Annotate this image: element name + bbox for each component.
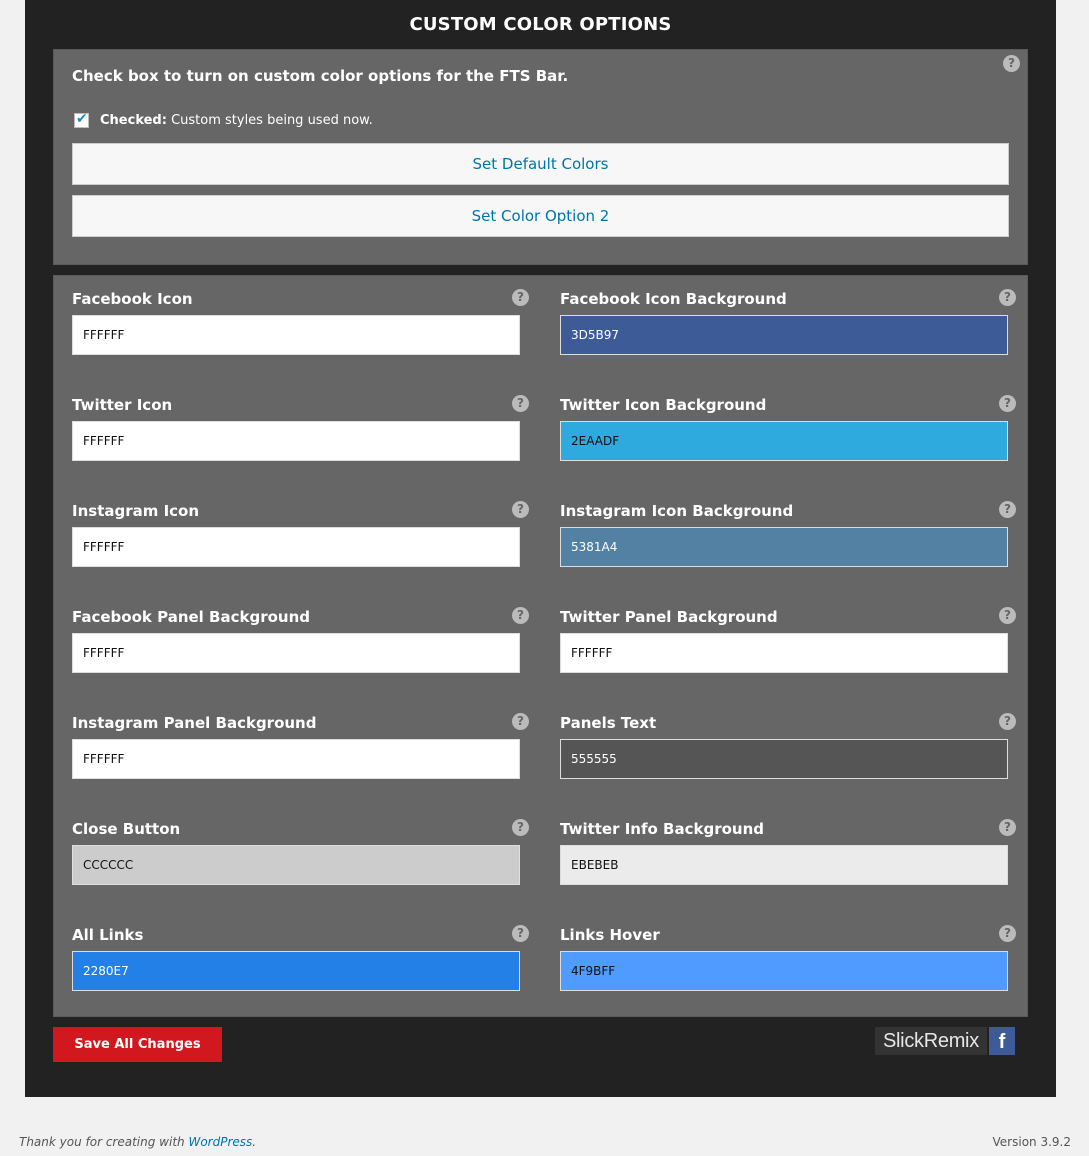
facebook-icon-background-input[interactable]: [560, 315, 1008, 355]
instagram-icon-background-input[interactable]: [560, 527, 1008, 567]
page-title: CUSTOM COLOR OPTIONS: [409, 14, 672, 35]
help-icon[interactable]: ?: [999, 607, 1016, 624]
checkbox-label-bold: Checked:: [100, 112, 167, 128]
help-icon[interactable]: ?: [1003, 55, 1020, 72]
help-icon[interactable]: ?: [999, 925, 1016, 942]
help-icon[interactable]: ?: [999, 819, 1016, 836]
help-icon[interactable]: ?: [512, 607, 529, 624]
custom-colors-checkbox[interactable]: ✔: [74, 110, 89, 128]
save-all-changes-button[interactable]: Save All Changes: [53, 1027, 222, 1062]
slickremix-logo[interactable]: SlickRemix: [875, 1027, 987, 1055]
instagram-icon-label: Instagram Icon: [72, 502, 200, 520]
panels-text-input[interactable]: [560, 739, 1008, 779]
twitter-panel-background-label: Twitter Panel Background: [560, 608, 778, 626]
footer-link-suffix: .: [252, 1135, 257, 1149]
custom-color-options-panel: CUSTOM COLOR OPTIONS Check box to turn o…: [25, 0, 1056, 1097]
close-button-label: Close Button: [72, 820, 181, 838]
links-hover-input[interactable]: [560, 951, 1008, 991]
help-icon[interactable]: ?: [999, 501, 1016, 518]
help-icon[interactable]: ?: [512, 395, 529, 412]
twitter-info-background-input[interactable]: [560, 845, 1008, 885]
help-icon[interactable]: ?: [999, 395, 1016, 412]
twitter-icon-background-input[interactable]: [560, 421, 1008, 461]
panels-text-label: Panels Text: [560, 714, 657, 732]
checkmark-icon: ✔: [76, 110, 88, 127]
instagram-icon-input[interactable]: [72, 527, 520, 567]
custom-colors-checkbox-row: ✔ Checked: Custom styles being used now.: [74, 110, 373, 128]
facebook-icon-input[interactable]: [72, 315, 520, 355]
footer-thanks-text: Thank you for creating with: [19, 1135, 189, 1149]
all-links-input[interactable]: [72, 951, 520, 991]
custom-color-toggle-box: Check box to turn on custom color option…: [53, 49, 1028, 265]
footer-thanks: Thank you for creating with WordPress.: [19, 1135, 256, 1149]
twitter-icon-input[interactable]: [72, 421, 520, 461]
twitter-info-background-label: Twitter Info Background: [560, 820, 764, 838]
instagram-panel-background-label: Instagram Panel Background: [72, 714, 317, 732]
links-hover-label: Links Hover: [560, 926, 660, 944]
help-icon[interactable]: ?: [512, 819, 529, 836]
close-button-input[interactable]: [72, 845, 520, 885]
checkbox-label-text: Custom styles being used now.: [166, 112, 373, 128]
facebook-icon[interactable]: f: [988, 1027, 1015, 1055]
help-icon[interactable]: ?: [512, 713, 529, 730]
facebook-icon-label: Facebook Icon: [72, 290, 193, 308]
facebook-icon-background-label: Facebook Icon Background: [560, 290, 787, 308]
all-links-label: All Links: [72, 926, 144, 944]
help-icon[interactable]: ?: [512, 925, 529, 942]
help-icon[interactable]: ?: [512, 501, 529, 518]
twitter-icon-label: Twitter Icon: [72, 396, 173, 414]
help-icon[interactable]: ?: [512, 289, 529, 306]
facebook-panel-background-input[interactable]: [72, 633, 520, 673]
instagram-panel-background-input[interactable]: [72, 739, 520, 779]
wordpress-link[interactable]: WordPress: [188, 1135, 252, 1149]
help-icon[interactable]: ?: [999, 289, 1016, 306]
set-default-colors-button[interactable]: Set Default Colors: [72, 143, 1009, 185]
intro-text: Check box to turn on custom color option…: [72, 67, 569, 85]
slickremix-brand: SlickRemix f: [875, 1027, 1015, 1055]
help-icon[interactable]: ?: [999, 713, 1016, 730]
instagram-icon-background-label: Instagram Icon Background: [560, 502, 794, 520]
twitter-panel-background-input[interactable]: [560, 633, 1008, 673]
facebook-panel-background-label: Facebook Panel Background: [72, 608, 310, 626]
version-text: Version 3.9.2: [992, 1135, 1071, 1149]
color-fields-box: Facebook Icon? Facebook Icon Background? T…: [53, 275, 1028, 1017]
set-color-option-2-button[interactable]: Set Color Option 2: [72, 195, 1009, 237]
twitter-icon-background-label: Twitter Icon Background: [560, 396, 767, 414]
checkbox-label: Checked: Custom styles being used now.: [100, 113, 373, 128]
